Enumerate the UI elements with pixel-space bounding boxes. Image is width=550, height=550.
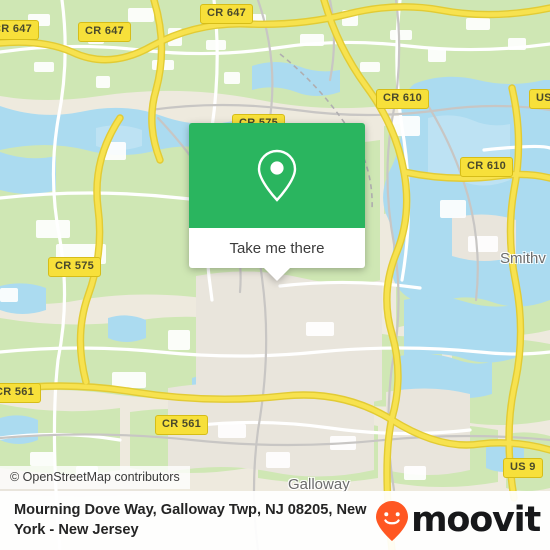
address-line-2: York - New Jersey: [14, 521, 139, 538]
map-screenshot: CR 647 CR 647 CR 647 CR 610 US 9 CR 610 …: [0, 0, 550, 550]
footer-bar: Mourning Dove Way, Galloway Twp, NJ 0820…: [0, 491, 550, 550]
road-shield: CR 561: [155, 415, 209, 435]
address-text: Mourning Dove Way, Galloway Twp, NJ 0820…: [14, 501, 375, 540]
road-shield: CR 610: [376, 89, 430, 109]
place-label-smithville: Smithv: [500, 250, 546, 267]
road-shield: CR 610: [460, 157, 514, 177]
location-popup-card[interactable]: Take me there: [189, 123, 365, 281]
road-shield: CR 561: [0, 383, 42, 403]
road-shield: CR 647: [200, 4, 254, 24]
moovit-wordmark: moovit: [411, 500, 541, 540]
popup-action-area[interactable]: Take me there: [189, 228, 365, 281]
take-me-there-label: Take me there: [229, 239, 325, 257]
moovit-logo[interactable]: moovit: [375, 500, 541, 542]
road-shield: CR 575: [48, 257, 102, 277]
map-canvas[interactable]: CR 647 CR 647 CR 647 CR 610 US 9 CR 610 …: [0, 0, 550, 550]
road-shield: US 9: [529, 89, 550, 109]
map-pin-icon: [257, 149, 297, 202]
moovit-smiley-pin-icon: [376, 500, 409, 541]
osm-attribution[interactable]: © OpenStreetMap contributors: [0, 466, 190, 489]
road-shield: US 9: [503, 458, 543, 478]
address-line-1: Mourning Dove Way, Galloway Twp, NJ 0820…: [14, 501, 367, 518]
road-shield: CR 647: [78, 22, 132, 42]
road-shield: CR 647: [0, 20, 40, 40]
popup-icon-area: [189, 123, 365, 228]
popup-tail-pointer: [263, 267, 291, 281]
